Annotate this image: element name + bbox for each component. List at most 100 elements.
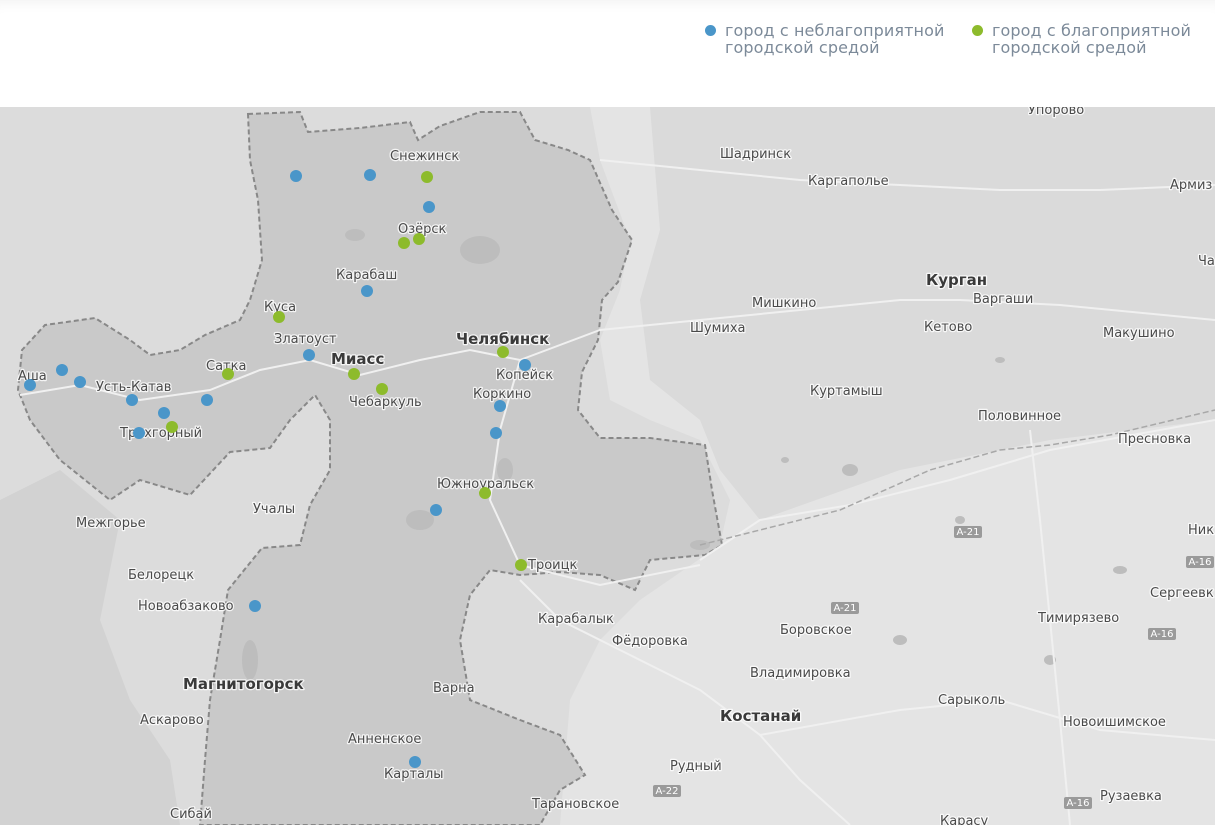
city-label: Сергеевк: [1150, 586, 1214, 601]
unfavorable-city-marker[interactable]: [56, 364, 68, 376]
unfavorable-dot-icon: [705, 25, 716, 36]
map-header: город с неблагоприятной городской средой…: [0, 0, 1215, 107]
legend-item-favorable[interactable]: город с благоприятной городской средой: [972, 22, 1191, 56]
city-label: Каргаполье: [808, 174, 889, 189]
city-label: Миасс: [331, 350, 384, 368]
map-view[interactable]: A-21 A-16 A-21 A-16 A-22 A-16 Упорово Снежинск…: [0, 107, 1215, 825]
legend-label-favorable: город с благоприятной городской средой: [992, 22, 1191, 56]
city-label: Тимирязево: [1037, 611, 1119, 626]
city-label: Кетово: [924, 320, 972, 335]
unfavorable-city-marker[interactable]: [303, 349, 315, 361]
unfavorable-city-marker[interactable]: [158, 407, 170, 419]
city-label: Карталы: [384, 767, 444, 782]
unfavorable-city-marker[interactable]: [133, 427, 145, 439]
unfavorable-city-marker[interactable]: [409, 756, 421, 768]
city-label: Сарыколь: [938, 693, 1005, 708]
city-label: Фёдоровка: [612, 634, 688, 649]
favorable-city-marker[interactable]: [273, 311, 285, 323]
city-label: Карабалык: [538, 612, 614, 627]
favorable-city-marker[interactable]: [398, 237, 410, 249]
city-label: Учалы: [253, 502, 295, 517]
road-badge: A-21: [831, 602, 859, 614]
city-label: Владимировка: [750, 666, 851, 681]
city-label: Новоишимское: [1063, 715, 1166, 730]
road-badge: A-16: [1064, 797, 1092, 809]
unfavorable-city-marker[interactable]: [364, 169, 376, 181]
road-badge: A-16: [1148, 628, 1176, 640]
road-badge: A-22: [653, 785, 681, 797]
legend-label-line: город с неблагоприятной: [725, 21, 945, 40]
city-label: Новоабзаково: [138, 599, 234, 614]
favorable-city-marker[interactable]: [222, 368, 234, 380]
svg-text:A-16: A-16: [1151, 629, 1174, 640]
unfavorable-city-marker[interactable]: [430, 504, 442, 516]
unfavorable-city-marker[interactable]: [74, 376, 86, 388]
city-label: Половинное: [978, 409, 1061, 424]
unfavorable-city-marker[interactable]: [201, 394, 213, 406]
city-label: Межгорье: [76, 516, 146, 531]
city-label: Рузаевка: [1100, 789, 1162, 804]
unfavorable-city-marker[interactable]: [290, 170, 302, 182]
city-label: Варгаши: [973, 292, 1033, 307]
city-label: Ник: [1188, 523, 1214, 538]
city-label: Анненское: [348, 732, 421, 747]
unfavorable-city-marker[interactable]: [490, 427, 502, 439]
city-label: Шадринск: [720, 147, 791, 162]
favorable-city-marker[interactable]: [413, 233, 425, 245]
city-label: Варна: [433, 681, 475, 696]
city-label: Боровское: [780, 623, 852, 638]
city-label: Белорецк: [128, 568, 194, 583]
city-label: Курган: [926, 271, 987, 289]
city-label: Куртамыш: [810, 384, 883, 399]
city-label: Снежинск: [390, 149, 459, 164]
favorable-city-marker[interactable]: [497, 346, 509, 358]
city-label: Макушино: [1103, 326, 1175, 341]
favorable-city-marker[interactable]: [348, 368, 360, 380]
favorable-city-marker[interactable]: [479, 487, 491, 499]
favorable-city-marker[interactable]: [421, 171, 433, 183]
legend-label-line: городской средой: [992, 38, 1147, 57]
city-label: Усть-Катав: [96, 380, 171, 395]
city-label: Сибай: [170, 807, 212, 822]
legend-item-unfavorable[interactable]: город с неблагоприятной городской средой: [705, 22, 944, 56]
city-label: Рудный: [670, 759, 722, 774]
unfavorable-city-marker[interactable]: [423, 201, 435, 213]
svg-text:A-22: A-22: [656, 786, 679, 797]
city-label: Троицк: [527, 558, 577, 573]
svg-text:A-21: A-21: [834, 603, 857, 614]
city-label: Магнитогорск: [183, 675, 304, 693]
city-label: Челябинск: [456, 330, 549, 348]
road-badge: A-16: [1186, 556, 1214, 568]
city-label: Карасу: [940, 814, 989, 825]
favorable-city-marker[interactable]: [166, 421, 178, 433]
city-label: Чебаркуль: [349, 395, 422, 410]
unfavorable-city-marker[interactable]: [126, 394, 138, 406]
city-label: Шумиха: [690, 321, 746, 336]
unfavorable-city-marker[interactable]: [24, 379, 36, 391]
city-label: Пресновка: [1118, 432, 1191, 447]
unfavorable-city-marker[interactable]: [519, 359, 531, 371]
legend-label-unfavorable: город с неблагоприятной городской средой: [725, 22, 944, 56]
favorable-city-marker[interactable]: [515, 559, 527, 571]
legend-label-line: город с благоприятной: [992, 21, 1191, 40]
unfavorable-city-marker[interactable]: [361, 285, 373, 297]
svg-text:A-16: A-16: [1067, 798, 1090, 809]
city-label: Златоуст: [274, 332, 337, 347]
city-label: Армиз: [1170, 178, 1212, 193]
city-label: Упорово: [1028, 107, 1084, 118]
city-label: Тарановское: [531, 797, 619, 812]
city-label: Коркино: [473, 387, 531, 402]
city-label: Мишкино: [752, 296, 816, 311]
road-badge: A-21: [954, 526, 982, 538]
svg-text:A-21: A-21: [957, 527, 980, 538]
unfavorable-city-marker[interactable]: [249, 600, 261, 612]
svg-text:A-16: A-16: [1189, 557, 1212, 568]
unfavorable-city-marker[interactable]: [494, 400, 506, 412]
city-label: Аскарово: [140, 713, 204, 728]
city-label: Карабаш: [336, 268, 397, 283]
city-label: Ча: [1198, 254, 1215, 269]
city-label: Трехгорный: [119, 426, 202, 441]
legend-label-line: городской средой: [725, 38, 880, 57]
favorable-dot-icon: [972, 25, 983, 36]
favorable-city-marker[interactable]: [376, 383, 388, 395]
